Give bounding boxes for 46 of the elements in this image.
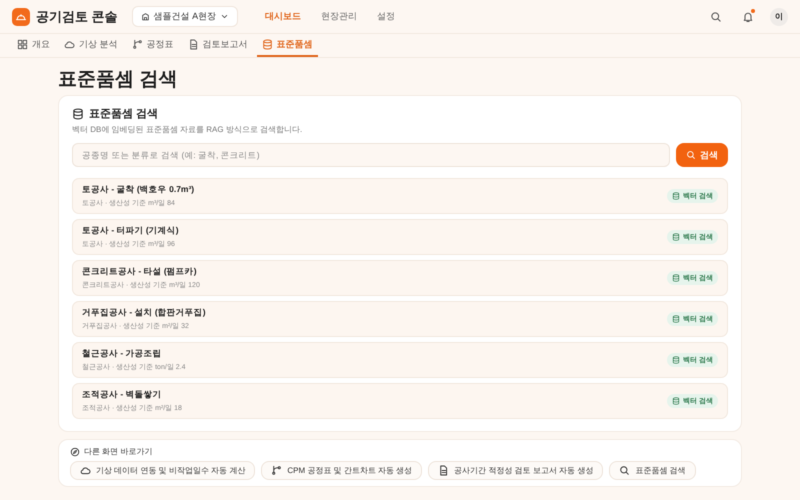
tab[interactable]: 검토보고서 [182,34,253,57]
nav-link[interactable]: 설정 [368,6,404,27]
shortcut-button[interactable]: 기상 데이터 연동 및 비작업일수 자동 계산 [70,461,256,480]
database-icon [672,192,680,200]
branch-icon [132,39,143,50]
database-icon [262,39,273,50]
card-description: 벡터 DB에 임베딩된 표준품셈 자료를 RAG 방식으로 검색합니다. [72,124,304,135]
bell-icon [742,10,754,22]
search-icon [619,465,630,476]
document-icon [188,39,199,50]
nav-link[interactable]: 현장관리 [312,6,366,27]
search-field[interactable]: 공종명 또는 분류로 검색 (예: 굴착, 콘크리트) [72,143,670,167]
result-title: 철근공사 - 가공조립 [82,348,163,360]
site-selector[interactable]: 샘플건설 A현장 [132,6,238,27]
document-icon [438,465,450,476]
shortcut-button[interactable]: 표준품셈 검색 [609,461,696,480]
notification-dot [751,8,755,12]
database-icon [672,233,680,241]
database-icon [72,108,84,120]
database-icon [672,397,680,405]
shortcut-button[interactable]: CPM 공정표 및 간트차트 자동 생성 [261,461,422,480]
tab[interactable]: 기상 분석 [59,34,123,57]
branch-icon [271,465,282,476]
app-title: 공기검토 콘솔 [36,8,118,26]
shortcut-button[interactable]: 공사기간 적정성 검토 보고서 자동 생성 [428,461,604,480]
tab[interactable]: 공정표 [126,34,179,57]
result-title: 거푸집공사 - 설치 (합판거푸집) [82,307,207,319]
compass-icon [70,446,80,456]
search-icon [710,10,722,22]
shortcuts-title: 다른 화면 바로가기 [84,446,152,457]
database-icon [672,274,680,282]
user-avatar[interactable]: 이 [770,8,788,26]
grid-icon [17,39,28,50]
result-title: 토공사 - 터파기 (기계식) [82,225,180,237]
result-title: 토공사 - 굴착 (백호우 0.7m³) [82,184,196,196]
tab[interactable]: 개요 [12,34,55,57]
search-icon [686,150,696,160]
database-icon [672,356,680,364]
cloud-icon [80,465,91,476]
cloud-icon [64,39,75,50]
result-title: 콘크리트공사 - 타설 (펌프카) [82,266,198,278]
result-title: 조적공사 - 벽돌쌓기 [82,389,163,401]
database-icon [672,315,680,323]
card-title: 표준품셈 검색 [89,107,158,121]
page-title: 표준품셈 검색 [58,68,178,89]
chevron-down-icon [220,12,230,21]
